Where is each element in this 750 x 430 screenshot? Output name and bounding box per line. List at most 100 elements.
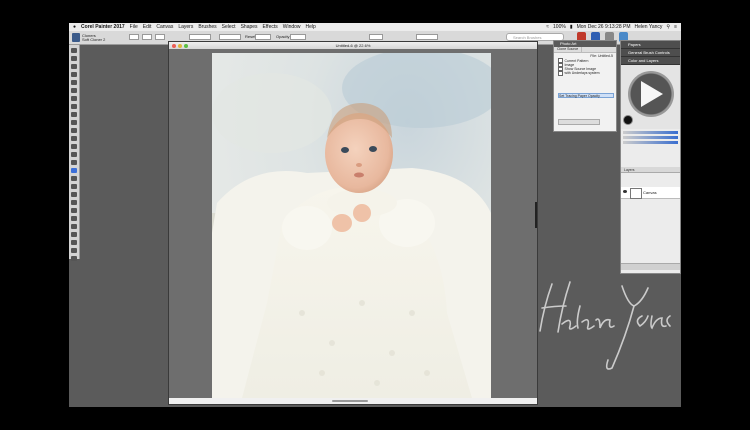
minimize-window-icon[interactable] xyxy=(178,43,182,48)
apple-icon[interactable]: ● xyxy=(73,24,76,30)
lasso-tool-icon[interactable] xyxy=(71,104,77,109)
photo-art-tabs: Clone Source xyxy=(554,47,616,53)
dropper-tool-icon[interactable] xyxy=(71,56,77,61)
divine-proportion-icon[interactable] xyxy=(71,152,77,157)
menu-effects[interactable]: Effects xyxy=(263,24,278,30)
magnifier-tool-icon[interactable] xyxy=(71,224,77,229)
pen-tool-icon[interactable] xyxy=(71,128,77,133)
grain-field[interactable] xyxy=(290,34,306,40)
burn-tool-icon[interactable] xyxy=(71,192,77,197)
mirror-painting-icon[interactable] xyxy=(71,200,77,205)
battery-icon[interactable]: ▮ xyxy=(570,24,573,30)
rotate-page-icon[interactable] xyxy=(71,232,77,237)
clock[interactable]: Mon Dec 26 9:13:28 PM xyxy=(577,24,631,30)
main-color-swatch[interactable] xyxy=(623,115,633,125)
papers-panel-header[interactable]: Papers xyxy=(621,41,680,49)
reset-label: Reset xyxy=(245,34,256,39)
photo-art-controls[interactable] xyxy=(558,119,600,125)
zoom-window-icon[interactable] xyxy=(184,43,188,48)
dodge-tool-icon[interactable] xyxy=(71,184,77,189)
scrollbar-thumb[interactable] xyxy=(332,400,368,402)
dab-type-button[interactable] xyxy=(142,34,152,40)
menu-select[interactable]: Select xyxy=(222,24,236,30)
eye-icon[interactable] xyxy=(623,190,627,193)
rubber-stamp-icon[interactable] xyxy=(71,176,77,181)
size-field[interactable] xyxy=(189,34,211,40)
user-name[interactable]: Helen Yancy xyxy=(635,24,663,30)
brush-selector[interactable]: Cloners Soft Cloner 2 xyxy=(72,32,112,43)
hue-slider[interactable] xyxy=(623,131,678,134)
layers-tab-label: Layers xyxy=(624,168,635,172)
brush-controls-header[interactable]: General Brush Controls xyxy=(621,49,680,57)
patterns-selector-icon[interactable] xyxy=(71,256,77,261)
brush-tool-icon[interactable] xyxy=(71,48,77,53)
opt-underlays[interactable]: with Underlays system xyxy=(558,71,616,76)
horizontal-scrollbar[interactable] xyxy=(169,398,537,404)
shape-tool-icon[interactable] xyxy=(71,136,77,141)
layer-name: Canvas xyxy=(643,190,657,195)
menu-brushes[interactable]: Brushes xyxy=(198,24,216,30)
tracing-label: Set Tracing Paper Opacity xyxy=(559,94,600,98)
jitter-field[interactable] xyxy=(416,34,438,40)
app-menu[interactable]: Corel Painter 2017 xyxy=(81,24,125,30)
eraser-tool-icon[interactable] xyxy=(71,72,77,77)
clone-source-file: File: Untitled-5 xyxy=(590,54,613,58)
menu-file[interactable]: File xyxy=(130,24,138,30)
document-title: Untitled-6 @ 22.6% xyxy=(335,43,371,48)
menubar: ● Corel Painter 2017 File Edit Canvas La… xyxy=(69,23,681,31)
grabber-tool-icon[interactable] xyxy=(71,216,77,221)
signature-watermark xyxy=(539,281,671,370)
tab-clone-source[interactable]: Clone Source xyxy=(554,47,583,52)
crop-tool-icon[interactable] xyxy=(71,120,77,125)
paint-bucket-icon[interactable] xyxy=(71,64,77,69)
opt-image[interactable]: Image xyxy=(558,62,616,68)
text-tool-icon[interactable] xyxy=(71,144,77,149)
color-wheel-area xyxy=(621,65,680,129)
battery-label[interactable]: 100% xyxy=(553,24,566,30)
menu-shapes[interactable]: Shapes xyxy=(241,24,258,30)
color-triangle[interactable] xyxy=(641,81,663,107)
tracing-paper-opacity[interactable]: Set Tracing Paper Opacity xyxy=(558,93,614,98)
menu-layers[interactable]: Layers xyxy=(178,24,193,30)
color-sliders xyxy=(623,131,678,146)
opt-show-source[interactable]: Show Source Image xyxy=(558,66,616,72)
menu-help[interactable]: Help xyxy=(306,24,316,30)
vertical-scrollbar[interactable] xyxy=(535,202,537,228)
brush-search-placeholder: Search Brushes xyxy=(513,35,542,40)
wifi-icon[interactable]: ≈ xyxy=(546,24,549,30)
layer-row-canvas[interactable]: Canvas xyxy=(621,187,680,199)
stroke-attributes-button[interactable] xyxy=(369,34,383,40)
kaleidoscope-icon[interactable] xyxy=(71,208,77,213)
layer-adjuster-icon[interactable] xyxy=(71,80,77,85)
menu-edit[interactable]: Edit xyxy=(143,24,152,30)
main-color-swatch-icon[interactable] xyxy=(71,240,77,245)
transform-tool-icon[interactable] xyxy=(71,88,77,93)
baby-photo-canvas[interactable] xyxy=(212,53,491,398)
layer-thumbnail xyxy=(630,188,642,199)
reset-tool-button[interactable] xyxy=(129,34,139,40)
stroke-type-button[interactable] xyxy=(155,34,165,40)
rectangle-select-icon[interactable] xyxy=(71,96,77,101)
menu-list-icon[interactable]: ≡ xyxy=(674,24,677,30)
right-panel-stack: Papers General Brush Controls Color and … xyxy=(620,40,681,274)
menu-canvas[interactable]: Canvas xyxy=(156,24,173,30)
toolbox xyxy=(69,45,80,261)
color-layers-header[interactable]: Color and Layers xyxy=(621,57,680,65)
close-window-icon[interactable] xyxy=(172,43,176,48)
opt-current-pattern[interactable]: Current Pattern xyxy=(558,58,616,63)
cloner-tool-icon[interactable] xyxy=(71,168,77,173)
brush-variant: Soft Cloner 2 xyxy=(82,36,106,42)
layers-bottom-bar xyxy=(621,263,680,270)
saturation-slider[interactable] xyxy=(623,136,678,139)
menu-window[interactable]: Window xyxy=(283,24,301,30)
layers-tab[interactable]: Layers xyxy=(621,167,680,173)
value-slider[interactable] xyxy=(623,141,678,144)
paper-selector-icon[interactable] xyxy=(71,248,77,253)
opacity-field[interactable] xyxy=(219,34,241,40)
photo-art-panel: Photo Art Clone Source File: Untitled-5 … xyxy=(553,40,617,132)
reset-value-field[interactable] xyxy=(255,34,271,40)
magic-wand-icon[interactable] xyxy=(71,112,77,117)
search-icon[interactable]: ⚲ xyxy=(666,24,670,30)
color-wheel[interactable] xyxy=(628,71,674,117)
perspective-guide-icon[interactable] xyxy=(71,160,77,165)
